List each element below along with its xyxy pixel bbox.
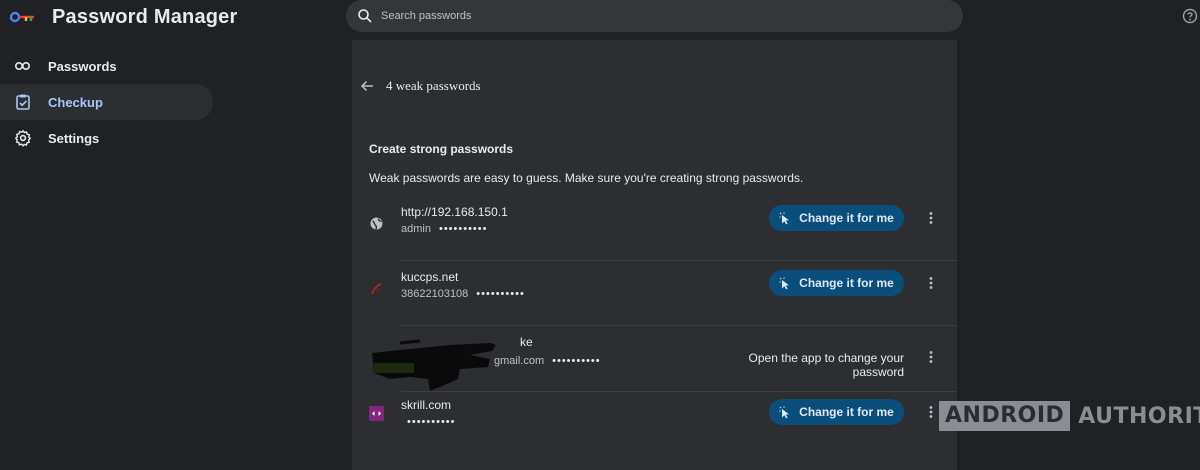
password-row: ke gmail.com •••••••••• Open the app to …	[352, 327, 957, 392]
username-text: 38622103108	[401, 288, 469, 300]
more-vertical-icon[interactable]	[923, 210, 939, 226]
key-icon	[14, 62, 31, 71]
masked-password: ••••••••••	[552, 355, 601, 367]
username: gmail.com ••••••••••	[494, 355, 601, 367]
checkup-panel: 4 weak passwords Create strong passwords…	[352, 40, 957, 470]
username: ••••••••••	[401, 416, 456, 428]
open-app-message: Open the app to change your password	[748, 351, 904, 379]
password-row: skrill.com •••••••••• Change it for me	[352, 393, 957, 457]
android-authority-watermark: ANDROID AUTHORITY	[939, 400, 1200, 432]
globe-icon	[370, 217, 383, 230]
change-button-label: Change it for me	[799, 276, 894, 290]
site-name[interactable]: http://192.168.150.1	[401, 205, 508, 219]
password-manager-logo-icon	[10, 11, 34, 23]
back-arrow-icon[interactable]	[360, 79, 374, 93]
username-text: admin	[401, 223, 431, 235]
sidebar-item-label: Checkup	[48, 94, 103, 110]
app-title: Password Manager	[52, 6, 238, 28]
section-description: Weak passwords are easy to guess. Make s…	[369, 171, 804, 185]
section-title: Create strong passwords	[369, 142, 514, 156]
sidebar-item-label: Settings	[48, 130, 100, 146]
watermark-boxed-text: ANDROID	[939, 401, 1071, 431]
help-icon[interactable]	[1182, 8, 1198, 24]
gear-icon	[14, 129, 32, 147]
password-row: kuccps.net 38622103108 •••••••••• Change…	[352, 262, 957, 326]
change-it-for-me-button[interactable]: Change it for me	[769, 399, 904, 425]
more-vertical-icon[interactable]	[923, 349, 939, 365]
skrill-favicon-icon	[369, 406, 384, 421]
site-name[interactable]: skrill.com	[401, 398, 451, 412]
search-input[interactable]	[381, 10, 941, 22]
search-bar[interactable]	[346, 0, 963, 32]
watermark-text: AUTHORITY	[1078, 403, 1200, 429]
sidebar-item-checkup[interactable]: Checkup	[0, 84, 213, 120]
checkup-icon	[16, 94, 30, 110]
change-it-for-me-button[interactable]: Change it for me	[769, 205, 904, 231]
password-row: http://192.168.150.1 admin •••••••••• Ch…	[352, 197, 957, 261]
change-it-for-me-button[interactable]: Change it for me	[769, 270, 904, 296]
cursor-sparkle-icon	[779, 405, 790, 418]
masked-password: ••••••••••	[476, 288, 525, 300]
sidebar-item-passwords[interactable]: Passwords	[0, 48, 213, 84]
cursor-sparkle-icon	[779, 211, 790, 224]
sidebar-item-label: Passwords	[48, 58, 117, 74]
top-bar: Password Manager	[0, 0, 1200, 40]
row-divider	[401, 391, 957, 392]
site-name[interactable]: kuccps.net	[401, 270, 458, 284]
masked-password: ••••••••••	[407, 416, 456, 428]
change-button-label: Change it for me	[799, 405, 894, 419]
username: admin ••••••••••	[401, 223, 487, 235]
more-vertical-icon[interactable]	[923, 404, 939, 420]
row-divider	[401, 260, 957, 261]
page-title: 4 weak passwords	[386, 78, 481, 93]
search-icon	[358, 9, 372, 23]
back-row: 4 weak passwords	[360, 76, 481, 96]
masked-password: ••••••••••	[438, 223, 488, 235]
sidebar-item-settings[interactable]: Settings	[0, 120, 213, 156]
username: 38622103108 ••••••••••	[401, 288, 525, 300]
more-vertical-icon[interactable]	[923, 275, 939, 291]
username-text: gmail.com	[494, 355, 545, 367]
row-divider	[401, 325, 957, 326]
change-button-label: Change it for me	[799, 211, 894, 225]
site-name[interactable]: ke	[520, 335, 533, 349]
cursor-sparkle-icon	[779, 276, 790, 289]
sidebar: Passwords Checkup Settings	[0, 48, 220, 156]
kuccps-favicon-icon	[371, 283, 382, 295]
